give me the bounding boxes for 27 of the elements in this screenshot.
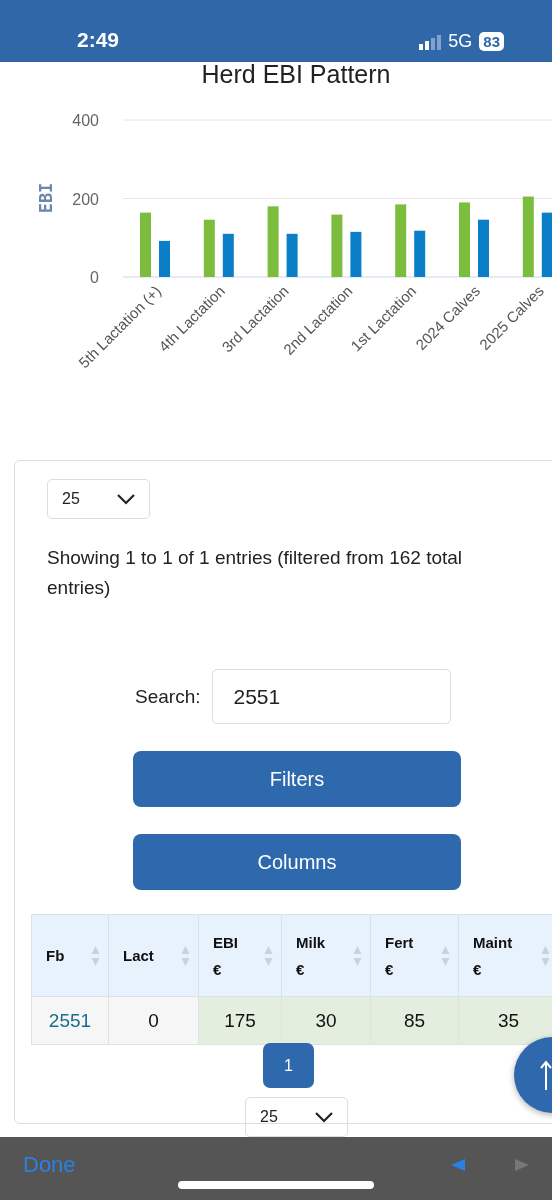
table-cell: 175 bbox=[198, 996, 282, 1045]
row-link[interactable]: 2551 bbox=[31, 996, 109, 1045]
axis-tick-label: 0 bbox=[90, 269, 99, 286]
column-header[interactable]: Maint € bbox=[458, 914, 552, 997]
entries-info: Showing 1 to 1 of 1 entries (filtered from 162 total entries) bbox=[47, 546, 464, 600]
table-cell: 35 bbox=[458, 996, 552, 1045]
table-cell: 0 bbox=[108, 996, 199, 1045]
table-cell: 85 bbox=[370, 996, 459, 1045]
chart-title: Herd EBI Pattern bbox=[200, 60, 392, 90]
column-header[interactable]: Fb bbox=[31, 914, 109, 997]
column-header[interactable]: Lact bbox=[108, 914, 199, 997]
network-label: 5G bbox=[448, 31, 473, 52]
axis-tick-label: 400 bbox=[72, 112, 99, 129]
status-time: 2:49 bbox=[77, 28, 120, 52]
battery-level: 83 bbox=[479, 32, 504, 51]
columns-button[interactable]: Columns bbox=[133, 834, 461, 890]
column-header[interactable]: Milk € bbox=[281, 914, 371, 997]
axis-tick-label: 200 bbox=[72, 190, 99, 208]
search-field[interactable]: 2551 bbox=[212, 669, 452, 724]
column-header[interactable]: Fert € bbox=[370, 914, 459, 997]
axis-title: EBI bbox=[36, 182, 56, 214]
column-header[interactable]: EBI € bbox=[198, 914, 282, 997]
filters-button[interactable]: Filters bbox=[133, 751, 461, 807]
search-label: Search: bbox=[135, 685, 201, 708]
page-button[interactable]: 1 bbox=[263, 1043, 314, 1088]
table-cell: 30 bbox=[281, 996, 371, 1045]
page-length-select[interactable]: 25 bbox=[47, 479, 150, 519]
